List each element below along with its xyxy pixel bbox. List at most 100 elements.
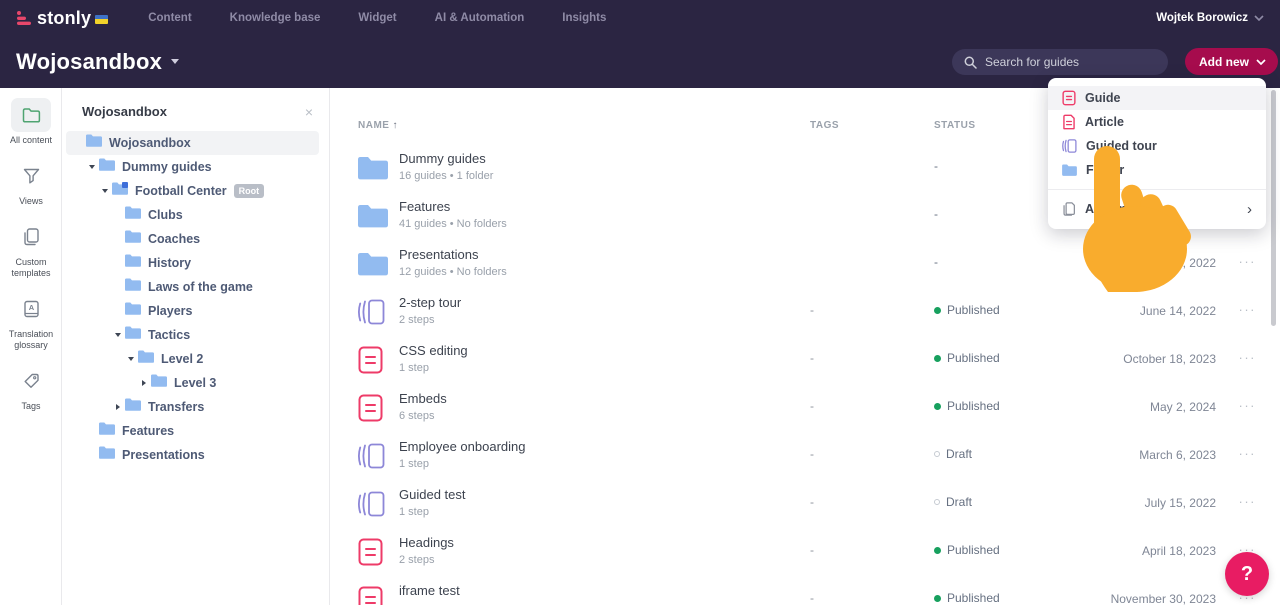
row-date: July 15, 2022 <box>1145 496 1216 510</box>
row-title[interactable]: Guided test <box>399 487 466 502</box>
left-icon-rail: All content Views Custom templates A Tra… <box>0 88 62 605</box>
sidebar-item-custom-templates[interactable]: Custom templates <box>0 220 62 279</box>
caret-down-icon[interactable] <box>124 357 138 361</box>
tree-node-players[interactable]: Players <box>66 299 319 323</box>
row-title[interactable]: Features <box>399 199 507 214</box>
caret-right-icon[interactable] <box>137 380 151 386</box>
tree-node-history[interactable]: History <box>66 251 319 275</box>
nav-item-widget[interactable]: Widget <box>358 12 396 24</box>
row-title[interactable]: Dummy guides <box>399 151 493 166</box>
more-options-icon[interactable]: ··· <box>1239 350 1257 365</box>
tree-node-level-3[interactable]: Level 3 <box>66 371 319 395</box>
caret-down-icon[interactable] <box>111 333 125 337</box>
vertical-scrollbar[interactable] <box>1271 90 1276 326</box>
caret-down-icon[interactable] <box>98 189 112 193</box>
row-title[interactable]: CSS editing <box>399 343 468 358</box>
row-tags: - <box>810 591 814 605</box>
table-row-employee-onboarding[interactable]: Employee onboarding1 step - Draft March … <box>330 432 1280 480</box>
help-button-label: ? <box>1241 563 1253 586</box>
menu-item-guide[interactable]: Guide <box>1048 86 1266 110</box>
more-options-icon[interactable]: ··· <box>1239 254 1257 269</box>
row-meta: 1 step <box>399 458 525 470</box>
tree-node-football-center[interactable]: Football Center Root <box>66 179 319 203</box>
glossary-book-icon: A <box>23 300 40 318</box>
tree-node-coaches[interactable]: Coaches <box>66 227 319 251</box>
workspace-title[interactable]: Wojosandbox <box>16 49 162 75</box>
sidebar-item-translation-glossary[interactable]: A Translation glossary <box>0 292 62 351</box>
row-title[interactable]: Headings <box>399 535 454 550</box>
add-new-button[interactable]: Add new <box>1185 48 1278 75</box>
table-row-headings[interactable]: Headings2 steps - Published April 18, 20… <box>330 528 1280 576</box>
more-options-icon[interactable]: ··· <box>1239 302 1257 317</box>
row-title[interactable]: 2-step tour <box>399 295 461 310</box>
sidebar-item-all-content[interactable]: All content <box>0 98 62 146</box>
menu-item-all-templates[interactable]: All templates › <box>1048 197 1266 221</box>
folder-icon <box>125 302 141 315</box>
sidebar-item-views[interactable]: Views <box>0 159 62 207</box>
row-title[interactable]: Employee onboarding <box>399 439 525 454</box>
row-title[interactable]: Presentations <box>399 247 507 262</box>
tree-node-features[interactable]: Features <box>66 419 319 443</box>
nav-item-knowledge-base[interactable]: Knowledge base <box>230 12 321 24</box>
table-row-presentations[interactable]: Presentations12 guides • No folders - Oc… <box>330 240 1280 288</box>
column-header-name[interactable]: NAME↑ <box>358 120 398 131</box>
nav-item-content[interactable]: Content <box>148 12 191 24</box>
close-icon[interactable]: × <box>305 105 313 119</box>
workspace-caret-icon[interactable] <box>171 59 179 64</box>
table-row-guided-test[interactable]: Guided test1 step - Draft July 15, 2022 … <box>330 480 1280 528</box>
folder-icon <box>125 326 141 339</box>
column-header-tags[interactable]: TAGS <box>810 120 839 131</box>
table-row-embeds[interactable]: Embeds6 steps - Published May 2, 2024 ··… <box>330 384 1280 432</box>
chevron-right-icon: › <box>1247 202 1252 217</box>
folder-icon <box>358 204 388 228</box>
folder-tree-panel: Wojosandbox × Wojosandbox Dummy guides <box>62 88 330 605</box>
table-row-iframe-test[interactable]: iframe test - Published November 30, 202… <box>330 576 1280 605</box>
pages-icon <box>23 228 40 246</box>
more-options-icon[interactable]: ··· <box>1239 494 1257 509</box>
row-status: - <box>934 255 938 269</box>
guided-tour-icon <box>358 489 385 519</box>
column-header-status[interactable]: STATUS <box>934 120 976 131</box>
menu-item-guided-tour[interactable]: Guided tour <box>1048 134 1266 158</box>
menu-item-folder[interactable]: Folder <box>1048 158 1266 182</box>
row-status: - <box>934 159 938 173</box>
caret-down-icon[interactable] <box>85 165 99 169</box>
sidebar-item-tags[interactable]: Tags <box>0 364 62 412</box>
folder-icon <box>99 422 115 435</box>
row-status: Draft <box>934 447 972 461</box>
tree-node-presentations[interactable]: Presentations <box>66 443 319 467</box>
guided-tour-icon <box>358 441 385 471</box>
row-title[interactable]: iframe test <box>399 583 460 598</box>
tree-node-clubs[interactable]: Clubs <box>66 203 319 227</box>
menu-divider <box>1048 189 1266 190</box>
search-icon <box>964 56 977 69</box>
published-dot-icon <box>934 403 941 410</box>
tree-node-tactics[interactable]: Tactics <box>66 323 319 347</box>
row-title[interactable]: Embeds <box>399 391 447 406</box>
menu-item-article[interactable]: Article <box>1048 110 1266 134</box>
nav-item-ai-automation[interactable]: AI & Automation <box>435 12 525 24</box>
caret-right-icon[interactable] <box>111 404 125 410</box>
row-date: March 6, 2023 <box>1139 448 1216 462</box>
more-options-icon[interactable]: ··· <box>1239 446 1257 461</box>
stonly-logo[interactable]: stonly <box>16 8 108 29</box>
search-bar[interactable] <box>952 49 1168 75</box>
tree-node-transfers[interactable]: Transfers <box>66 395 319 419</box>
search-input[interactable] <box>985 55 1145 69</box>
nav-item-insights[interactable]: Insights <box>562 12 606 24</box>
chevron-down-icon <box>1254 15 1264 21</box>
published-dot-icon <box>934 547 941 554</box>
table-row-2-step-tour[interactable]: 2-step tour2 steps - Published June 14, … <box>330 288 1280 336</box>
more-options-icon[interactable]: ··· <box>1239 398 1257 413</box>
tree-node-level-2[interactable]: Level 2 <box>66 347 319 371</box>
tree-node-laws-of-the-game[interactable]: Laws of the game <box>66 275 319 299</box>
tree-node-wojosandbox[interactable]: Wojosandbox <box>66 131 319 155</box>
row-meta: 41 guides • No folders <box>399 218 507 230</box>
row-tags: - <box>810 543 814 557</box>
table-row-css-editing[interactable]: CSS editing1 step - Published October 18… <box>330 336 1280 384</box>
published-dot-icon <box>934 355 941 362</box>
user-menu[interactable]: Wojtek Borowicz <box>1156 12 1264 24</box>
folder-icon <box>22 107 41 123</box>
help-button[interactable]: ? <box>1225 552 1269 596</box>
tree-node-dummy-guides[interactable]: Dummy guides <box>66 155 319 179</box>
